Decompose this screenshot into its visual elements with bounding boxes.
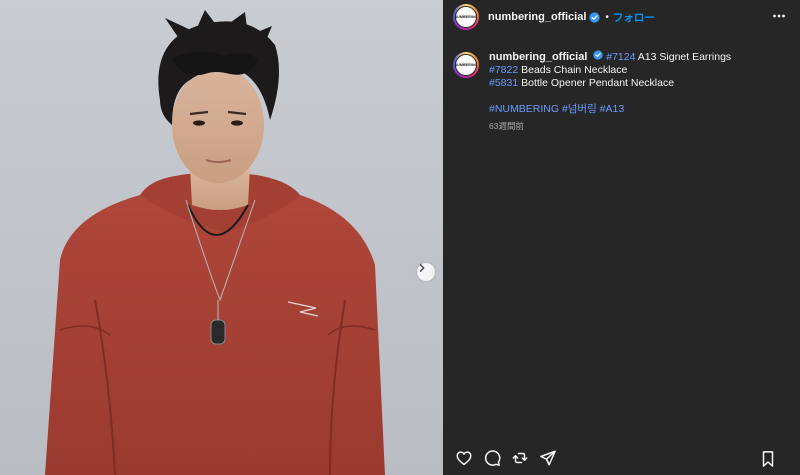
hashtag-link[interactable]: #5831 — [489, 77, 518, 89]
verified-badge-icon — [593, 50, 603, 60]
separator-dot: • — [605, 11, 609, 23]
caption-item-text: Bottle Opener Pendant Necklace — [518, 77, 675, 89]
post-viewer: NUMBERING numbering_official • フォロー NUMB… — [0, 0, 800, 475]
follow-button[interactable]: フォロー — [613, 10, 655, 25]
next-photo-button[interactable] — [417, 263, 435, 281]
post-photo[interactable] — [0, 0, 443, 475]
hashtag-link[interactable]: #7124 — [606, 51, 635, 63]
post-caption: NUMBERING numbering_official #7124 A13 S… — [453, 50, 788, 133]
hashtag-link[interactable]: #7822 — [489, 64, 518, 76]
bookmark-icon[interactable] — [758, 449, 777, 468]
more-options-icon[interactable] — [772, 9, 786, 28]
caption-author-avatar[interactable]: NUMBERING — [453, 52, 479, 78]
caption-line-3: #5831 Bottle Opener Pendant Necklace — [489, 77, 731, 90]
repost-icon[interactable] — [510, 449, 529, 468]
caption-line-2: #7822 Beads Chain Necklace — [489, 64, 731, 77]
hashtag-link[interactable]: #넘버링 — [562, 103, 597, 115]
caption-item-text: Beads Chain Necklace — [518, 64, 628, 76]
avatar-logo: NUMBERING — [455, 54, 477, 76]
hashtag-link[interactable]: #NUMBERING — [489, 103, 559, 115]
caption-username[interactable]: numbering_official — [489, 51, 587, 63]
caption-hashtags: #NUMBERING #넘버링 #A13 — [489, 103, 731, 116]
caption-item-text: A13 Signet Earrings — [635, 51, 732, 63]
post-header: NUMBERING numbering_official • フォロー — [443, 0, 800, 34]
send-icon[interactable] — [538, 449, 557, 468]
author-avatar[interactable]: NUMBERING — [453, 4, 479, 30]
author-username[interactable]: numbering_official — [488, 11, 586, 23]
verified-badge-icon — [589, 11, 601, 23]
avatar-logo: NUMBERING — [455, 6, 477, 28]
hashtag-link[interactable]: #A13 — [600, 103, 625, 115]
post-actions — [443, 441, 800, 475]
chevron-right-icon — [419, 264, 425, 272]
model-photo-illustration — [45, 10, 385, 475]
post-side-panel: NUMBERING numbering_official • フォロー NUMB… — [443, 0, 800, 475]
caption-text: numbering_official #7124 A13 Signet Earr… — [489, 50, 731, 133]
caption-line-1: numbering_official #7124 A13 Signet Earr… — [489, 50, 731, 64]
heart-icon[interactable] — [454, 449, 473, 468]
comment-icon[interactable] — [482, 449, 501, 468]
post-timestamp[interactable]: 63週間前 — [489, 120, 731, 133]
